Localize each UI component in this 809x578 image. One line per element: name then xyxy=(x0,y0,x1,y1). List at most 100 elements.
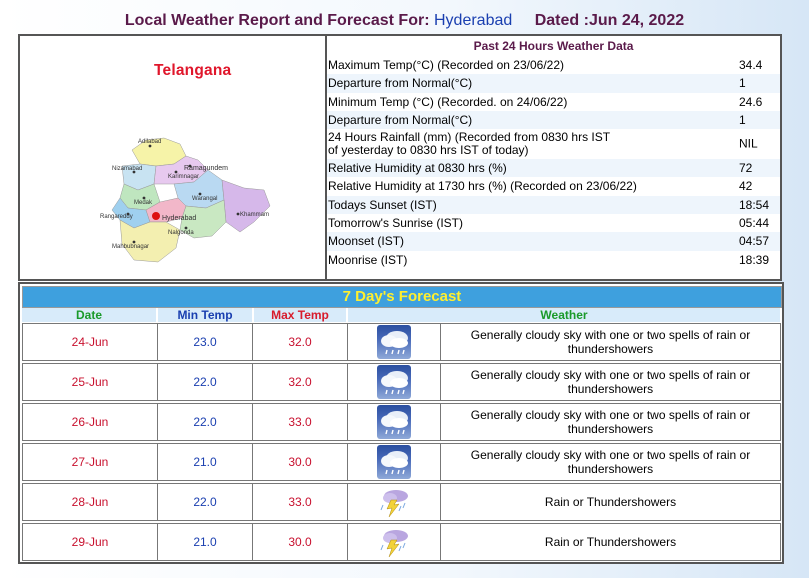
forecast-min-temp: 22.0 xyxy=(157,403,253,441)
forecast-date-value: 27-Jun xyxy=(71,455,109,469)
forecast-date-value: 28-Jun xyxy=(71,495,109,509)
past-data-heading: Past 24 Hours Weather Data xyxy=(327,36,780,56)
col-header-date: Date xyxy=(22,308,156,322)
title-prefix: Local Weather Report and Forecast For: xyxy=(124,12,430,29)
col-header-weather: Weather xyxy=(348,308,780,322)
forecast-title: 7 Day's Forecast xyxy=(22,286,782,308)
title-city: Hyderabad xyxy=(433,12,513,29)
forecast-weather-text-value: Generally cloudy sky with one or two spe… xyxy=(470,448,751,476)
state-name: Telangana xyxy=(154,62,232,79)
forecast-max-temp: 33.0 xyxy=(252,483,348,521)
data-row: Tomorrow's Sunrise (IST) 05:44 xyxy=(328,216,770,231)
map-label-hyderabad: Hyderabad xyxy=(162,215,196,222)
page-title: Local Weather Report and Forecast For: H… xyxy=(0,12,809,30)
forecast-icon-cell xyxy=(347,403,441,441)
data-row: Todays Sunset (IST) 18:54 xyxy=(327,195,780,215)
forecast-panel: 7 Day's Forecast Date Min Temp Max Temp … xyxy=(18,282,784,564)
map-label-nalgonda: Nalgonda xyxy=(168,230,194,236)
forecast-icon-cell xyxy=(347,323,441,361)
data-row: Departure from Normal(°C) 1 xyxy=(327,110,780,130)
title-date: Dated :Jun 24, 2022 xyxy=(534,12,685,29)
forecast-icon-cell xyxy=(347,443,441,481)
forecast-max-temp-value: 32.0 xyxy=(288,375,312,389)
forecast-weather-text-value: Rain or Thundershowers xyxy=(544,535,677,549)
map-label-adilabad: Adilabad xyxy=(138,139,161,145)
data-row: Minimum Temp (°C) (Recorded. on 24/06/22… xyxy=(328,94,763,109)
forecast-weather-text: Generally cloudy sky with one or two spe… xyxy=(440,363,781,401)
forecast-date-value: 24-Jun xyxy=(71,335,109,349)
forecast-min-temp-value: 23.0 xyxy=(193,335,217,349)
map-label-nizamabad: Nizamabad xyxy=(112,166,142,172)
data-row: Moonset (IST) 04:57 xyxy=(327,232,780,251)
forecast-min-temp-value: 22.0 xyxy=(193,495,217,509)
forecast-date-value: 26-Jun xyxy=(71,415,109,429)
rain-cloud-icon xyxy=(377,325,411,359)
forecast-max-temp: 32.0 xyxy=(252,363,348,401)
state-map-area: Telangana Adilabad Nizamabad Karimnagar … xyxy=(20,36,327,279)
forecast-max-temp-value: 33.0 xyxy=(288,495,312,509)
forecast-weather-text-value: Generally cloudy sky with one or two spe… xyxy=(470,408,751,436)
forecast-icon-cell xyxy=(347,523,441,561)
forecast-min-temp-value: 21.0 xyxy=(193,455,217,469)
forecast-date-value: 25-Jun xyxy=(71,375,109,389)
forecast-max-temp: 32.0 xyxy=(252,323,348,361)
forecast-weather-text: Generally cloudy sky with one or two spe… xyxy=(440,403,781,441)
map-label-rangareddy: Rangareddy xyxy=(100,214,133,220)
data-row: Departure from Normal(°C) 1 xyxy=(327,74,780,93)
forecast-weather-text: Rain or Thundershowers xyxy=(440,523,781,561)
forecast-max-temp-value: 33.0 xyxy=(288,415,312,429)
forecast-date: 24-Jun xyxy=(22,323,158,361)
map-label-ramagundem: Ramagundem xyxy=(184,165,228,172)
forecast-weather-text: Rain or Thundershowers xyxy=(440,483,781,521)
col-header-max-temp: Max Temp xyxy=(254,308,346,322)
thunderstorm-icon xyxy=(377,525,411,559)
data-row: Maximum Temp(°C) (Recorded on 23/06/22) 3… xyxy=(328,58,763,72)
rain-cloud-icon xyxy=(377,405,411,439)
forecast-max-temp-value: 30.0 xyxy=(288,455,312,469)
map-label-karimnagar: Karimnagar xyxy=(168,174,199,180)
forecast-min-temp: 22.0 xyxy=(157,363,253,401)
current-weather-panel: Telangana Adilabad Nizamabad Karimnagar … xyxy=(18,34,782,281)
col-header-min-temp: Min Temp xyxy=(158,308,252,322)
forecast-max-temp: 33.0 xyxy=(252,403,348,441)
map-label-warangal: Warangal xyxy=(192,196,217,202)
data-row: Relative Humidity at 0830 hrs (%) 72 xyxy=(327,159,780,178)
forecast-min-temp: 21.0 xyxy=(157,523,253,561)
map-label-khammam: Khammam xyxy=(240,212,269,218)
forecast-weather-text: Generally cloudy sky with one or two spe… xyxy=(440,443,781,481)
data-row: Moonrise (IST) 18:39 xyxy=(328,252,770,267)
map-region-mahbubnagar xyxy=(119,219,181,263)
forecast-date: 25-Jun xyxy=(22,363,158,401)
past-24h-data: Past 24 Hours Weather Data Maximum Temp(… xyxy=(327,36,780,279)
forecast-date: 26-Jun xyxy=(22,403,158,441)
forecast-icon-cell xyxy=(347,363,441,401)
forecast-min-temp: 22.0 xyxy=(157,483,253,521)
rain-cloud-icon xyxy=(377,445,411,479)
telangana-map: Adilabad Nizamabad Karimnagar Ramagundem… xyxy=(100,137,271,263)
forecast-date: 29-Jun xyxy=(22,523,158,561)
forecast-date: 27-Jun xyxy=(22,443,158,481)
forecast-weather-text: Generally cloudy sky with one or two spe… xyxy=(440,323,781,361)
forecast-weather-text-value: Generally cloudy sky with one or two spe… xyxy=(470,368,751,396)
data-row: 24 Hours Rainfall (mm) (Recorded from 08… xyxy=(328,130,758,158)
thunderstorm-icon xyxy=(377,485,411,519)
forecast-min-temp-value: 22.0 xyxy=(193,375,217,389)
forecast-date: 28-Jun xyxy=(22,483,158,521)
data-row: Relative Humidity at 1730 hrs (%) (Recor… xyxy=(328,179,753,194)
forecast-max-temp: 30.0 xyxy=(252,443,348,481)
forecast-min-temp-value: 21.0 xyxy=(193,535,217,549)
forecast-max-temp: 30.0 xyxy=(252,523,348,561)
forecast-min-temp-value: 22.0 xyxy=(193,415,217,429)
map-label-medak: Medak xyxy=(134,200,153,206)
map-label-mahbubnagar: Mahbubnagar xyxy=(112,244,149,250)
map-region-khammam xyxy=(221,179,271,233)
forecast-max-temp-value: 30.0 xyxy=(288,535,312,549)
forecast-max-temp-value: 32.0 xyxy=(288,335,312,349)
forecast-weather-text-value: Rain or Thundershowers xyxy=(544,495,677,509)
forecast-min-temp: 21.0 xyxy=(157,443,253,481)
forecast-min-temp: 23.0 xyxy=(157,323,253,361)
forecast-icon-cell xyxy=(347,483,441,521)
forecast-weather-text-value: Generally cloudy sky with one or two spe… xyxy=(470,328,751,356)
rain-cloud-icon xyxy=(377,365,411,399)
hyderabad-marker-icon xyxy=(152,212,160,220)
